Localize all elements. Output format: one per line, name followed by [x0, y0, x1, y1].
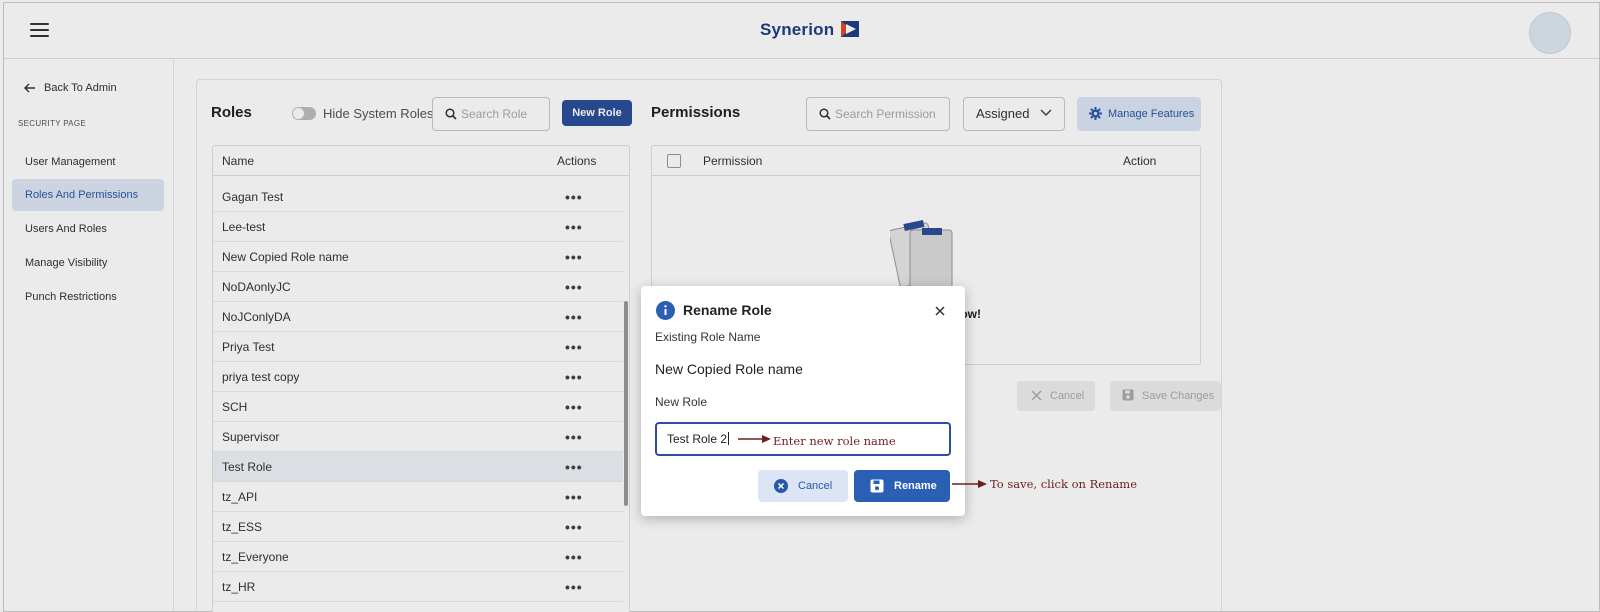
info-icon	[656, 301, 675, 320]
annotation-arrow-icon	[952, 480, 987, 488]
existing-role-name-label: Existing Role Name	[655, 330, 761, 344]
annotation-save-hint: To save, click on Rename	[990, 477, 1138, 491]
text-caret	[728, 432, 730, 445]
dialog-title: Rename Role	[683, 302, 772, 318]
annotation-arrow-icon	[738, 435, 771, 443]
rename-button[interactable]: Rename	[854, 470, 950, 502]
new-role-name-value: Test Role 2	[667, 432, 728, 446]
close-icon[interactable]	[935, 306, 945, 316]
dialog-cancel-button[interactable]: Cancel	[758, 470, 848, 502]
cancel-circle-icon	[774, 479, 788, 493]
existing-role-name-value: New Copied Role name	[655, 361, 803, 377]
rename-label: Rename	[894, 480, 937, 492]
annotation-input-hint: Enter new role name	[773, 434, 896, 448]
save-icon	[870, 479, 884, 493]
rename-role-dialog: Rename Role Existing Role Name New Copie…	[641, 286, 965, 516]
dialog-cancel-label: Cancel	[798, 480, 833, 492]
new-role-label: New Role	[655, 395, 708, 409]
